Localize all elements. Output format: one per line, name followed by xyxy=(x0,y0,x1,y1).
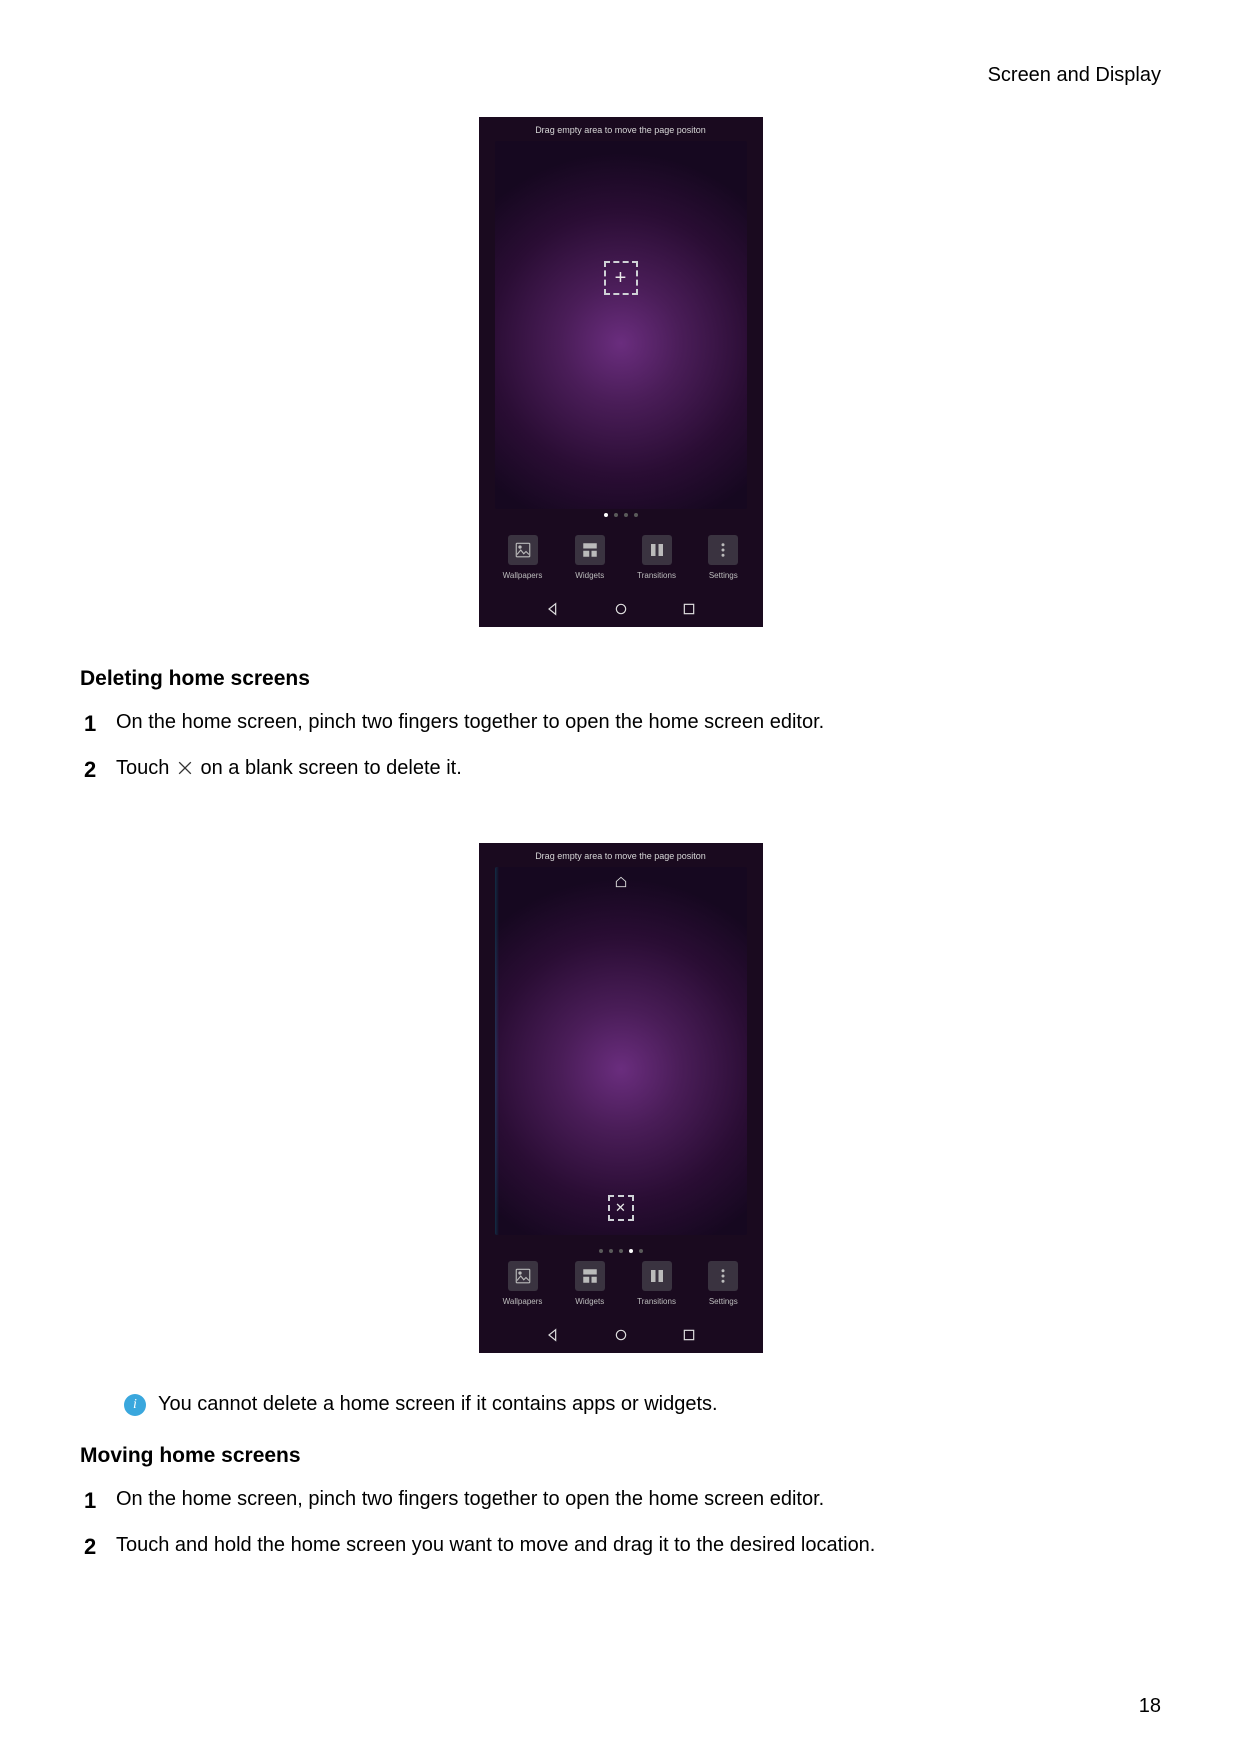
editor-toolbar: Wallpapers Widgets Transitions xyxy=(479,1247,763,1319)
transitions-icon xyxy=(642,535,672,565)
page-dot xyxy=(614,513,618,517)
step-text: On the home screen, pinch two fingers to… xyxy=(116,1484,824,1515)
step-number: 2 xyxy=(84,1530,102,1564)
transitions-button[interactable]: Transitions xyxy=(637,535,676,580)
android-navbar xyxy=(479,1321,763,1349)
close-icon xyxy=(175,757,195,777)
moving-steps: 1 On the home screen, pinch two fingers … xyxy=(84,1484,1161,1564)
document-page: Screen and Display Drag empty area to mo… xyxy=(0,0,1241,1616)
step-row: 2 Touch on a blank screen to delete it. xyxy=(84,753,1161,787)
step-number: 1 xyxy=(84,707,102,741)
page-indicator xyxy=(479,513,763,517)
settings-icon xyxy=(708,1261,738,1291)
add-screen-plus-icon: + xyxy=(604,261,638,295)
wallpapers-label: Wallpapers xyxy=(503,571,543,580)
page-dot xyxy=(624,513,628,517)
info-icon: i xyxy=(124,1394,146,1416)
page-header-section: Screen and Display xyxy=(80,64,1161,87)
home-button-icon[interactable] xyxy=(613,601,629,617)
phone-mock: Drag empty area to move the page positon… xyxy=(479,117,763,627)
step-text: Touch on a blank screen to delete it. xyxy=(116,753,462,784)
settings-label: Settings xyxy=(709,571,738,580)
back-button-icon[interactable] xyxy=(545,1327,561,1343)
drag-hint-text: Drag empty area to move the page positon xyxy=(479,843,763,861)
info-note-text: You cannot delete a home screen if it co… xyxy=(158,1393,718,1416)
transitions-label: Transitions xyxy=(637,571,676,580)
back-button-icon[interactable] xyxy=(545,601,561,617)
page-number: 18 xyxy=(1139,1695,1161,1718)
home-button-icon[interactable] xyxy=(613,1327,629,1343)
heading-moving: Moving home screens xyxy=(80,1444,1161,1468)
heading-deleting: Deleting home screens xyxy=(80,667,1161,691)
recents-button-icon[interactable] xyxy=(681,1327,697,1343)
homescreen-preview: + xyxy=(495,141,747,509)
step-number: 1 xyxy=(84,1484,102,1518)
page-dot xyxy=(604,513,608,517)
widgets-button[interactable]: Widgets xyxy=(575,1261,605,1306)
wallpapers-button[interactable]: Wallpapers xyxy=(503,1261,543,1306)
wallpapers-button[interactable]: Wallpapers xyxy=(503,535,543,580)
home-outline-icon xyxy=(614,875,628,889)
wallpapers-icon xyxy=(508,535,538,565)
settings-button[interactable]: Settings xyxy=(708,1261,738,1306)
info-note: i You cannot delete a home screen if it … xyxy=(124,1393,1161,1416)
phone-mock: Drag empty area to move the page positon… xyxy=(479,843,763,1353)
homescreen-preview: ✕ xyxy=(495,867,747,1235)
android-navbar xyxy=(479,595,763,623)
recents-button-icon[interactable] xyxy=(681,601,697,617)
widgets-button[interactable]: Widgets xyxy=(575,535,605,580)
drag-hint-text: Drag empty area to move the page positon xyxy=(479,117,763,135)
step-row: 1 On the home screen, pinch two fingers … xyxy=(84,707,1161,741)
page-dot xyxy=(634,513,638,517)
widgets-label: Widgets xyxy=(575,571,604,580)
widgets-icon xyxy=(575,535,605,565)
editor-toolbar: Wallpapers Widgets Transitions xyxy=(479,521,763,593)
wallpapers-icon xyxy=(508,1261,538,1291)
step-row: 2 Touch and hold the home screen you wan… xyxy=(84,1530,1161,1564)
settings-label: Settings xyxy=(709,1297,738,1306)
wallpapers-label: Wallpapers xyxy=(503,1297,543,1306)
figure-delete-homescreen: Drag empty area to move the page positon… xyxy=(80,843,1161,1353)
deleting-steps: 1 On the home screen, pinch two fingers … xyxy=(84,707,1161,787)
step-text-pre: Touch xyxy=(116,757,175,779)
transitions-icon xyxy=(642,1261,672,1291)
figure-add-homescreen: Drag empty area to move the page positon… xyxy=(80,117,1161,627)
step-text-post: on a blank screen to delete it. xyxy=(201,757,462,779)
delete-screen-x-icon: ✕ xyxy=(608,1195,634,1221)
transitions-button[interactable]: Transitions xyxy=(637,1261,676,1306)
settings-button[interactable]: Settings xyxy=(708,535,738,580)
widgets-label: Widgets xyxy=(575,1297,604,1306)
step-text: Touch and hold the home screen you want … xyxy=(116,1530,875,1561)
transitions-label: Transitions xyxy=(637,1297,676,1306)
widgets-icon xyxy=(575,1261,605,1291)
step-row: 1 On the home screen, pinch two fingers … xyxy=(84,1484,1161,1518)
step-text: On the home screen, pinch two fingers to… xyxy=(116,707,824,738)
step-number: 2 xyxy=(84,753,102,787)
settings-icon xyxy=(708,535,738,565)
